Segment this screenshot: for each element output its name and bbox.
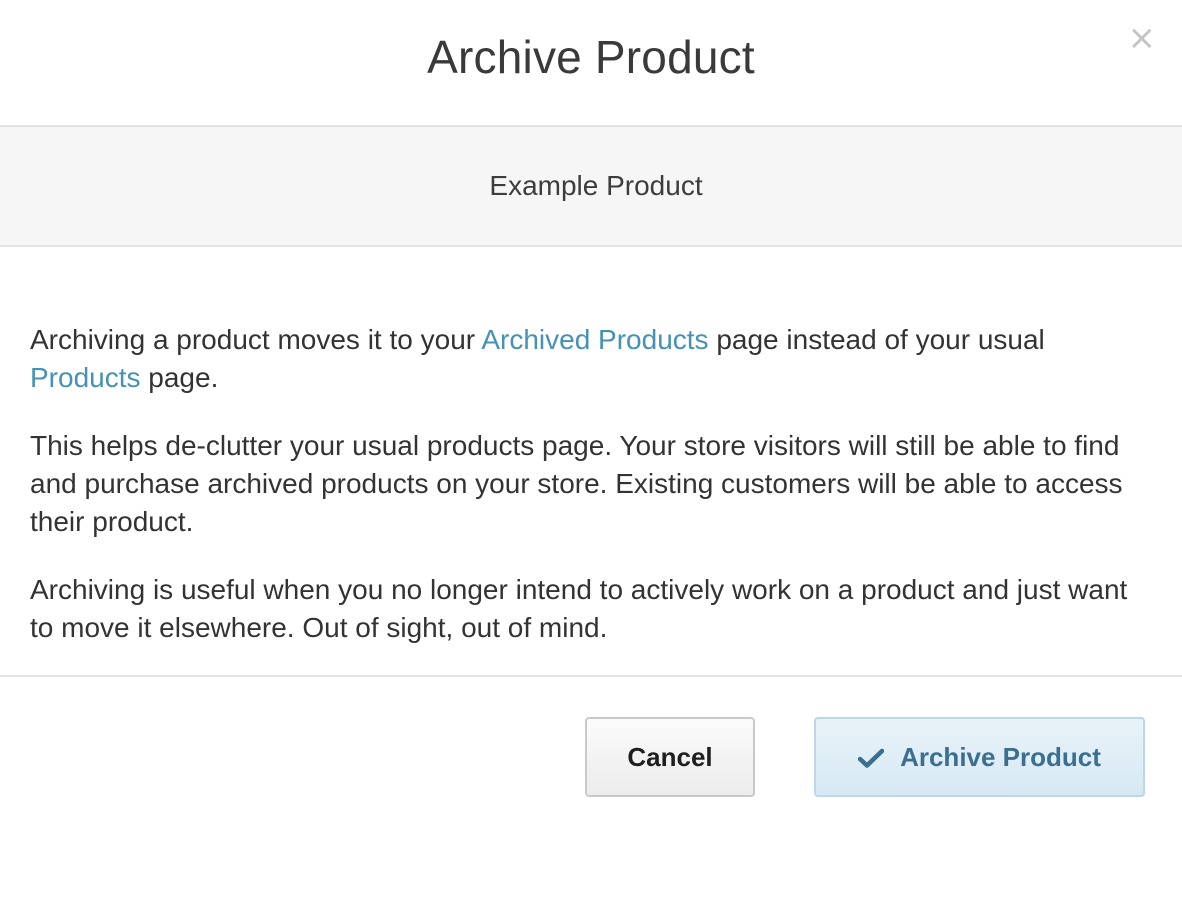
archive-product-dialog: Archive Product × Example Product Archiv…: [0, 0, 1182, 904]
dialog-title: Archive Product: [427, 31, 755, 83]
product-name-bar: Example Product: [0, 127, 1182, 247]
p1-text-before: Archiving a product moves it to your: [30, 324, 482, 355]
archive-button-label: Archive Product: [900, 741, 1101, 772]
p1-text-after: page.: [140, 362, 219, 393]
dialog-body: Archiving a product moves it to your Arc…: [0, 247, 1182, 677]
close-icon[interactable]: ×: [1128, 18, 1157, 58]
p1-text-middle: page instead of your usual: [708, 324, 1045, 355]
checkmark-icon: [858, 748, 885, 768]
product-name: Example Product: [489, 170, 703, 201]
dialog-header: Archive Product ×: [0, 0, 1182, 127]
dialog-footer: Cancel Archive Product: [0, 677, 1182, 827]
description-paragraph-3: Archiving is useful when you no longer i…: [30, 574, 1128, 643]
cancel-button-label: Cancel: [627, 741, 713, 772]
archived-products-link[interactable]: Archived Products: [481, 324, 708, 355]
description-paragraph-1: Archiving a product moves it to your Arc…: [30, 321, 1152, 397]
description-paragraph-2: This helps de-clutter your usual product…: [30, 430, 1123, 537]
cancel-button[interactable]: Cancel: [585, 717, 755, 797]
products-link[interactable]: Products: [30, 362, 141, 393]
archive-product-button[interactable]: Archive Product: [814, 717, 1145, 797]
